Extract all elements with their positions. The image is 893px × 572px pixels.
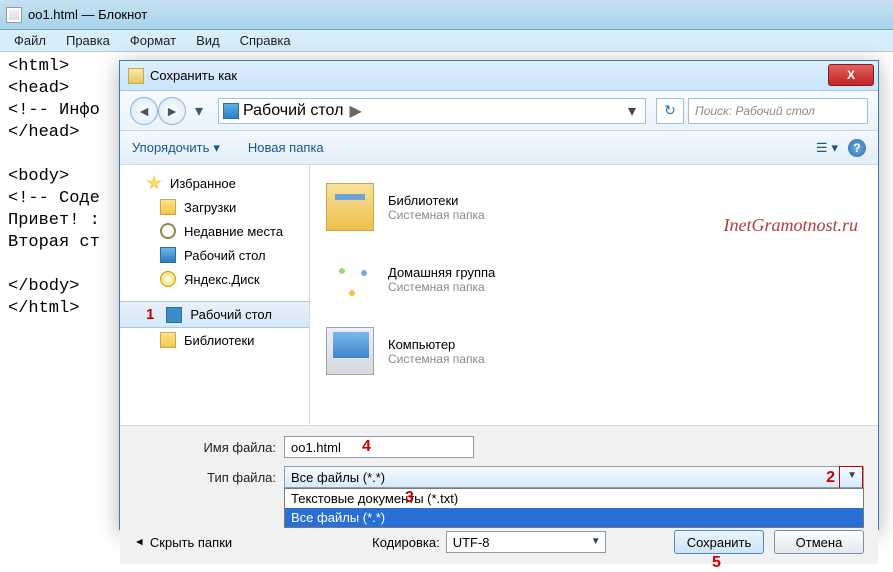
item-subtitle: Системная папка (388, 352, 485, 366)
clock-icon (160, 223, 176, 239)
folder-icon (160, 199, 176, 215)
breadcrumb-dropdown[interactable]: ▾ (623, 101, 641, 121)
search-input[interactable]: Поиск: Рабочий стол (688, 98, 868, 124)
hide-folders-button[interactable]: ▲ Скрыть папки (134, 535, 232, 550)
notepad-title: oo1.html — Блокнот (28, 7, 147, 22)
nav-bar: ◄ ► ▾ Рабочий стол ▶ ▾ ↻ Поиск: Рабочий … (120, 91, 878, 131)
dialog-bottom: Имя файла: 4 Тип файла: Все файлы (*.*) … (120, 425, 878, 564)
filetype-select[interactable]: Все файлы (*.*) 2 (284, 466, 864, 488)
desktop-icon (160, 247, 176, 263)
filename-label: Имя файла: (134, 440, 284, 455)
desktop-icon (166, 307, 182, 323)
sidebar-yadisk[interactable]: Яндекс.Диск (120, 267, 309, 291)
menu-view[interactable]: Вид (186, 31, 230, 50)
hide-folders-label: Скрыть папки (150, 535, 232, 550)
menu-edit[interactable]: Правка (56, 31, 120, 50)
item-subtitle: Системная папка (388, 280, 495, 294)
dialog-icon (128, 68, 144, 84)
annotation-3: 3 (405, 489, 414, 507)
disk-icon (160, 271, 176, 287)
libraries-icon (326, 183, 374, 231)
sidebar-item-label: Недавние места (184, 224, 283, 239)
chevron-down-icon: ▾ (831, 140, 838, 156)
filetype-value: Все файлы (*.*) (291, 470, 385, 485)
organize-button[interactable]: Упорядочить ▾ (132, 140, 220, 156)
sidebar-item-label: Избранное (170, 176, 236, 191)
annotation-2: 2 (826, 469, 835, 487)
breadcrumb-location[interactable]: Рабочий стол (243, 102, 343, 120)
desktop-icon (223, 103, 239, 119)
close-button[interactable]: X (828, 64, 874, 86)
organize-label: Упорядочить (132, 140, 209, 155)
content-pane: InetGramotnost.ru БиблиотекиСистемная па… (310, 165, 878, 425)
save-as-dialog: Сохранить как X ◄ ► ▾ Рабочий стол ▶ ▾ ↻… (119, 60, 879, 530)
dialog-toolbar: Упорядочить ▾ Новая папка ☰ ▾ ? (120, 131, 878, 165)
cancel-button[interactable]: Отмена (774, 530, 864, 554)
sidebar-recent[interactable]: Недавние места (120, 219, 309, 243)
filetype-label: Тип файла: (134, 470, 284, 485)
menu-help[interactable]: Справка (230, 31, 301, 50)
notepad-icon (6, 7, 22, 23)
star-icon (146, 175, 162, 191)
homegroup-icon (326, 255, 374, 303)
sidebar-favorites[interactable]: Избранное (120, 171, 309, 195)
watermark: InetGramotnost.ru (724, 215, 859, 236)
sidebar: Избранное Загрузки Недавние места Рабочи… (120, 165, 310, 425)
filetype-option-all[interactable]: Все файлы (*.*) 3 (285, 508, 863, 527)
new-folder-button[interactable]: Новая папка (248, 140, 324, 155)
help-button[interactable]: ? (848, 139, 866, 157)
sidebar-item-label: Загрузки (184, 200, 236, 215)
sidebar-item-label: Рабочий стол (184, 248, 266, 263)
item-title: Домашняя группа (388, 265, 495, 280)
save-button[interactable]: Сохранить (674, 530, 764, 554)
encoding-select[interactable]: UTF-8 (446, 531, 606, 553)
option-label: Все файлы (*.*) (291, 510, 385, 525)
dialog-titlebar: Сохранить как X (120, 61, 878, 91)
sidebar-desktop-selected[interactable]: 1 Рабочий стол (120, 301, 309, 328)
notepad-titlebar: oo1.html — Блокнот (0, 0, 893, 30)
menu-format[interactable]: Формат (120, 31, 186, 50)
view-mode-button[interactable]: ☰ ▾ (816, 140, 838, 156)
sidebar-item-label: Яндекс.Диск (184, 272, 260, 287)
sidebar-item-label: Библиотеки (184, 333, 254, 348)
item-title: Библиотеки (388, 193, 485, 208)
sidebar-desktop[interactable]: Рабочий стол (120, 243, 309, 267)
encoding-label: Кодировка: (372, 535, 440, 550)
encoding-value: UTF-8 (453, 535, 490, 550)
item-computer[interactable]: КомпьютерСистемная папка (322, 315, 866, 387)
sidebar-downloads[interactable]: Загрузки (120, 195, 309, 219)
filetype-dropdown-list: Текстовые документы (*.txt) Все файлы (*… (284, 488, 864, 528)
breadcrumb-arrow[interactable]: ▶ (347, 101, 363, 121)
item-subtitle: Системная папка (388, 208, 485, 222)
annotation-5: 5 (712, 554, 721, 572)
nav-back-button[interactable]: ◄ (130, 97, 158, 125)
chevron-down-icon: ▾ (213, 140, 220, 156)
nav-history-dropdown[interactable]: ▾ (190, 97, 208, 125)
dialog-title: Сохранить как (150, 68, 237, 83)
annotation-1: 1 (146, 306, 154, 323)
annotation-4: 4 (362, 438, 371, 456)
dialog-main: Избранное Загрузки Недавние места Рабочи… (120, 165, 878, 425)
menu-file[interactable]: Файл (4, 31, 56, 50)
view-icon: ☰ (816, 140, 828, 156)
item-title: Компьютер (388, 337, 485, 352)
annotation-2-box (839, 466, 863, 490)
filename-input[interactable] (284, 436, 474, 458)
notepad-menubar: Файл Правка Формат Вид Справка (0, 30, 893, 52)
item-homegroup[interactable]: Домашняя группаСистемная папка (322, 243, 866, 315)
breadcrumb[interactable]: Рабочий стол ▶ ▾ (218, 98, 646, 124)
filetype-option-txt[interactable]: Текстовые документы (*.txt) (285, 489, 863, 508)
refresh-button[interactable]: ↻ (656, 98, 684, 124)
sidebar-item-label: Рабочий стол (190, 307, 272, 322)
sidebar-libraries[interactable]: Библиотеки (120, 328, 309, 352)
folder-icon (160, 332, 176, 348)
computer-icon (326, 327, 374, 375)
nav-forward-button[interactable]: ► (158, 97, 186, 125)
